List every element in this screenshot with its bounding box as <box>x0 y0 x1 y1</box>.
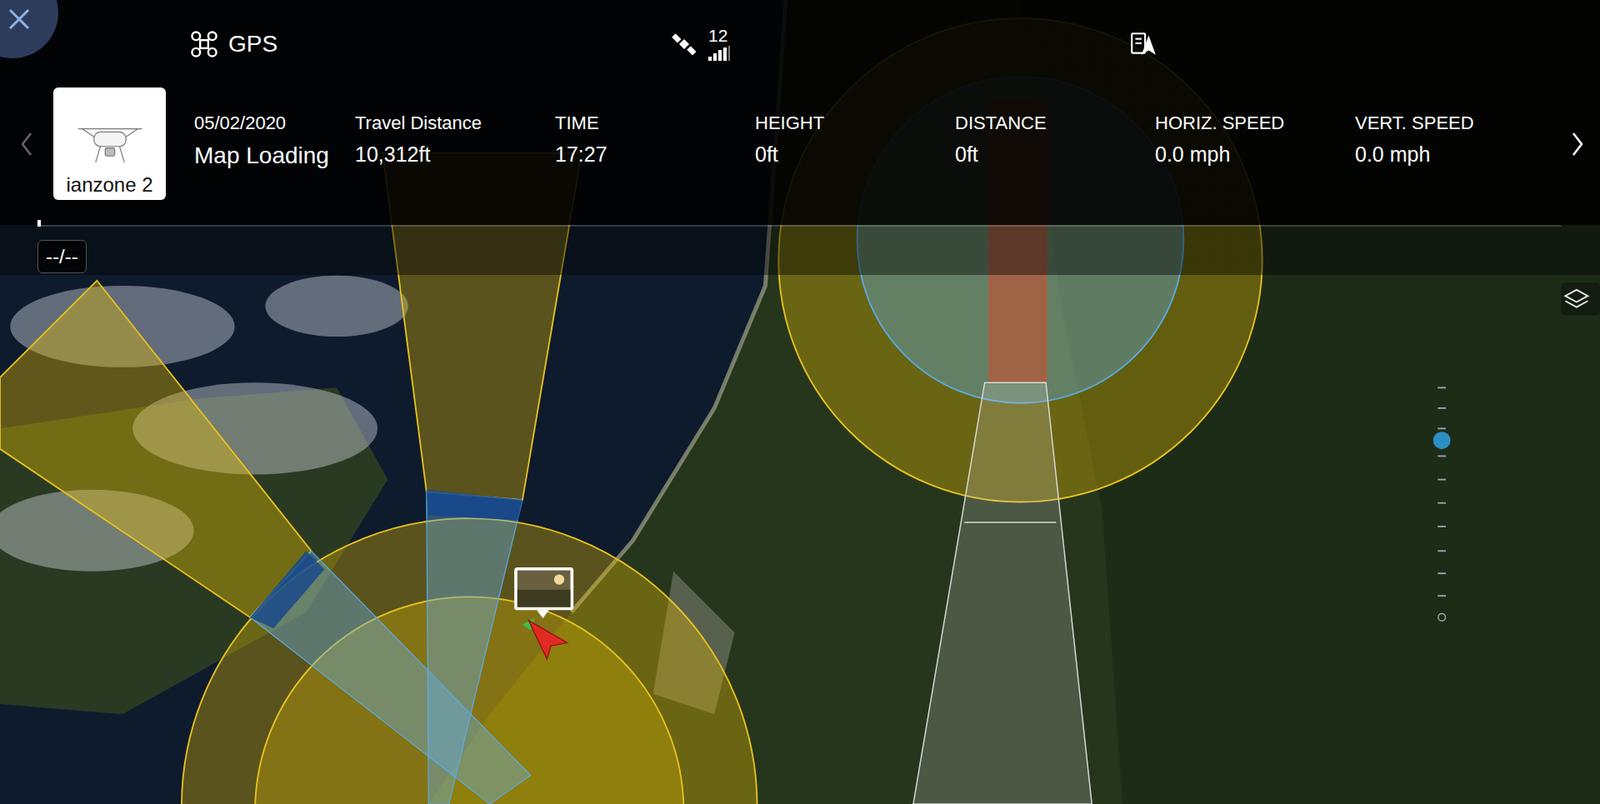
previous-icon[interactable] <box>20 131 34 157</box>
flight-info-bar: GPS 12 ianzone 2 05/02/2020 Map LoadingTrave… <box>0 0 1600 275</box>
satellite-icon <box>670 30 699 59</box>
flight-record-screen: GPS 12 ianzone 2 05/02/2020 Map LoadingTrave… <box>0 0 1600 804</box>
signal-icon <box>708 45 734 61</box>
timeline-thumb[interactable] <box>37 220 41 227</box>
aircraft-card[interactable]: ianzone 2 <box>53 87 166 200</box>
authorization-zone <box>250 550 325 629</box>
gps-status: GPS <box>228 30 278 58</box>
authorization-zone <box>426 490 523 521</box>
stat-item: DISTANCE0ft <box>955 112 1155 200</box>
drone-icon <box>190 30 219 59</box>
flight-date: 05/02/2020 <box>194 112 355 135</box>
stat-item: TIME17:27 <box>555 112 755 200</box>
layers-icon[interactable] <box>1560 282 1600 315</box>
warning-zone <box>0 280 311 618</box>
zoom-slider[interactable] <box>1433 387 1451 621</box>
stat-item: VERT. SPEED0.0 mph <box>1355 112 1555 200</box>
timeline[interactable]: --/-- <box>0 225 1600 274</box>
authorization-zone <box>250 550 531 804</box>
aircraft-arrow-icon <box>528 620 568 660</box>
stat-item: HORIZ. SPEED0.0 mph <box>1155 112 1355 200</box>
stat-item: HEIGHT0ft <box>755 112 955 200</box>
stat-item: Travel Distance10,312ft <box>355 112 555 200</box>
photo-marker[interactable] <box>514 567 574 619</box>
satellite-count: 12 <box>708 26 728 45</box>
aircraft-image <box>70 111 150 170</box>
close-icon <box>6 6 32 32</box>
timeline-time: --/-- <box>37 240 87 274</box>
aircraft-name: ianzone 2 <box>65 173 153 197</box>
zoom-thumb[interactable] <box>1433 431 1451 450</box>
next-icon[interactable] <box>1570 131 1585 157</box>
altitude-zone <box>913 382 1092 804</box>
flight-location: Map Loading <box>194 142 355 170</box>
flight-log-icon[interactable] <box>1129 30 1158 59</box>
